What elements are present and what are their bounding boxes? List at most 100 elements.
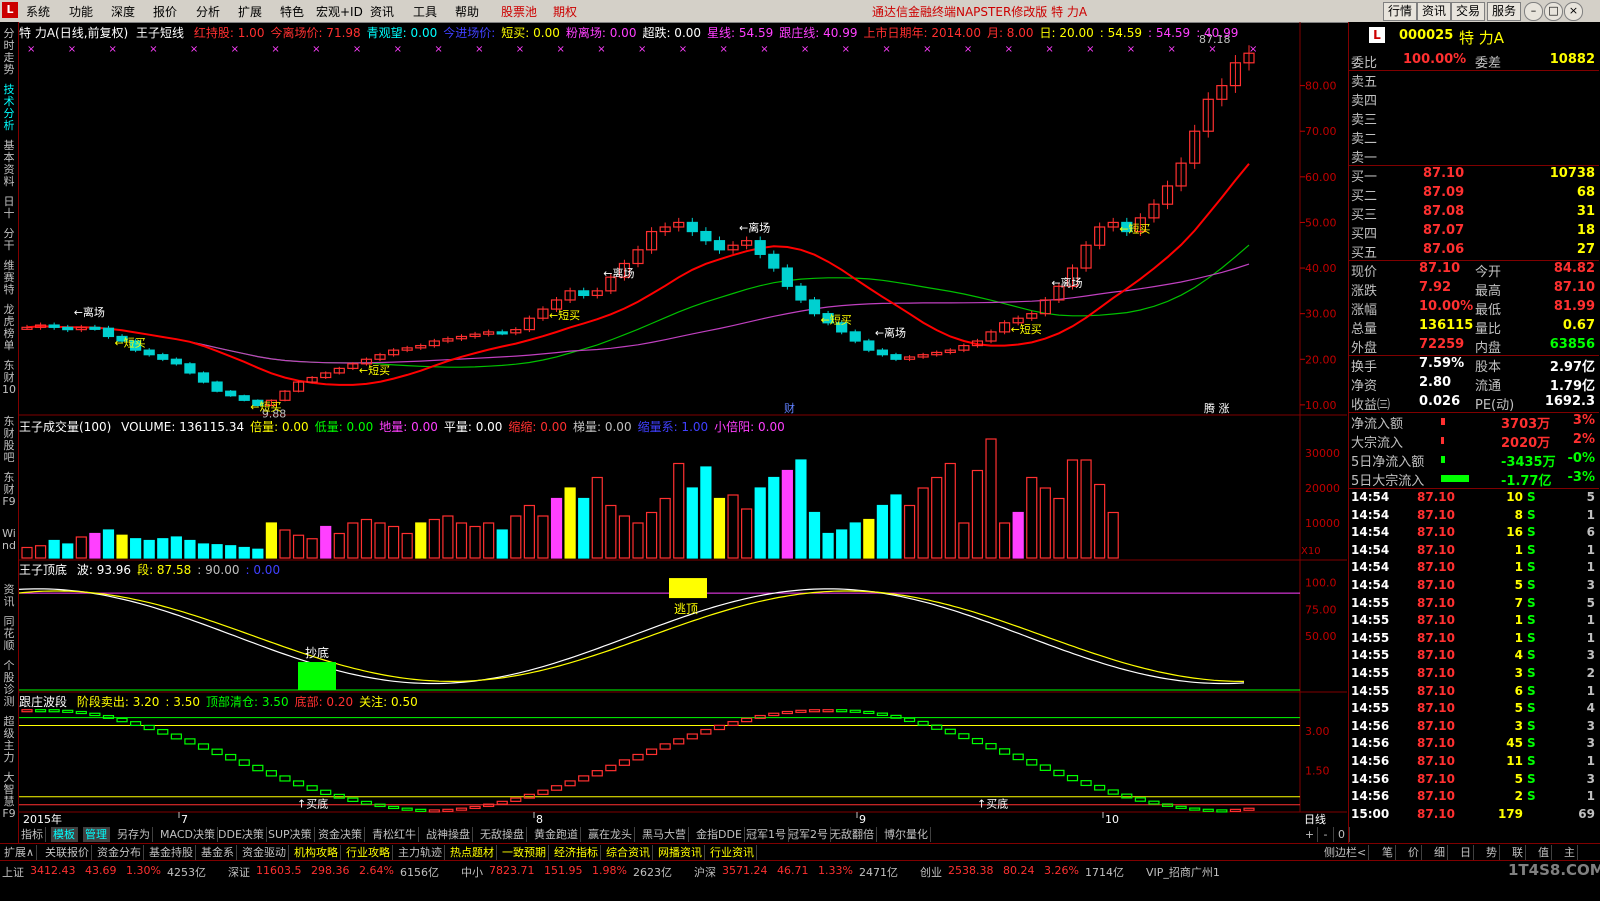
stat-row: 外盘 72259 内盘 63856	[1351, 337, 1599, 356]
indicator-name: 王子短线	[136, 26, 185, 40]
left-tab-10[interactable]: Wind	[1, 528, 17, 552]
side-tab-3[interactable]: 细	[1432, 845, 1448, 860]
extension-tab-4[interactable]: 基金系	[199, 845, 237, 860]
volume-bar	[1107, 511, 1119, 559]
indicator-tab-0[interactable]: 指标	[19, 827, 46, 842]
header-value: 阶段卖出: 3.20	[76, 695, 160, 709]
left-tab-3[interactable]: 日十	[1, 196, 17, 220]
sell-label: 卖三	[1351, 113, 1378, 128]
extension-tab-8[interactable]: 主力轨迹	[396, 845, 445, 860]
side-tab-8[interactable]: 主	[1562, 845, 1578, 860]
flow-pct: 2%	[1572, 432, 1595, 447]
indicator-tab-8[interactable]: 青松红牛	[370, 827, 419, 842]
chart-area[interactable]: 80.00 70.00 60.00 50.00 40.00 30.00 20.00 10.00…	[19, 22, 1347, 856]
extension-tab-2[interactable]: 资金分布	[95, 845, 144, 860]
indicator-tab-16[interactable]: 冠军2号	[786, 827, 831, 842]
extension-tab-14[interactable]: 行业资讯	[708, 845, 757, 860]
menu-item-7[interactable]: 宏观+ID	[316, 3, 363, 20]
extension-tab-3[interactable]: 基金持股	[147, 845, 196, 860]
volume-bar	[143, 539, 155, 559]
menu-item-0[interactable]: 系统	[26, 3, 50, 20]
side-tab-2[interactable]: 价	[1406, 845, 1422, 860]
indicator-tab-17[interactable]: 无敌翻倍	[828, 827, 877, 842]
menu-item-8[interactable]: 资讯	[370, 3, 394, 20]
indicator-tab-7[interactable]: 资金决策	[316, 827, 365, 842]
left-tab-9[interactable]: 东财F9	[1, 472, 17, 508]
side-tab-1[interactable]: 笔	[1380, 845, 1396, 860]
menu-item-6[interactable]: 特色	[280, 3, 304, 20]
minimize-icon[interactable]: –	[1524, 2, 1543, 21]
top-right-button-1[interactable]: 资讯	[1417, 2, 1452, 21]
top-right-button-3[interactable]: 服务	[1487, 2, 1522, 21]
extension-tab-10[interactable]: 一致预期	[500, 845, 549, 860]
buy-volume: 27	[1576, 242, 1595, 257]
extension-tab-5[interactable]: 资金驱动	[240, 845, 289, 860]
top-right-button-0[interactable]: 行情	[1383, 2, 1418, 21]
indicator-tab-2[interactable]: 管理	[83, 827, 110, 842]
left-tab-13[interactable]: 个股诊测	[1, 660, 17, 708]
track-step	[1216, 809, 1228, 813]
top-right-button-2[interactable]: 交易	[1451, 2, 1486, 21]
side-tab-0[interactable]: 侧边栏<	[1322, 845, 1370, 860]
menu-red-item-1[interactable]: 期权	[553, 3, 577, 20]
indicator-tab-10[interactable]: 无敌操盘	[478, 827, 527, 842]
indicator-tab-9[interactable]: 战神操盘	[424, 827, 473, 842]
left-tab-6[interactable]: 龙虎榜单	[1, 304, 17, 352]
maximize-icon[interactable]: □	[1544, 2, 1563, 21]
left-tab-5[interactable]: 维赛特	[1, 260, 17, 296]
side-tab-7[interactable]: 值	[1536, 845, 1552, 860]
close-icon[interactable]: ×	[1564, 2, 1583, 21]
menu-item-9[interactable]: 工具	[413, 3, 437, 20]
candle-body	[700, 230, 712, 242]
menu-item-1[interactable]: 功能	[69, 3, 93, 20]
extension-tab-13[interactable]: 网播资讯	[656, 845, 705, 860]
indicator-tab-6[interactable]: SUP决策	[266, 827, 315, 842]
menu-item-5[interactable]: 扩展	[238, 3, 262, 20]
left-tab-0[interactable]: 分时走势	[1, 28, 17, 76]
zoom-button-0[interactable]: +	[1302, 827, 1318, 842]
stat-value: 81.99	[1553, 299, 1595, 314]
indicator-tab-1[interactable]: 模板	[51, 827, 78, 842]
indicator-tab-5[interactable]: DDE决策	[216, 827, 267, 842]
extension-tab-0[interactable]: 扩展∧	[2, 845, 38, 860]
extension-tab-12[interactable]: 综合资讯	[604, 845, 653, 860]
menu-red-item-0[interactable]: 股票池	[501, 3, 537, 20]
left-tab-1[interactable]: 技术分析	[1, 84, 17, 132]
indicator-tab-12[interactable]: 赢在龙头	[586, 827, 635, 842]
indicator-tab-14[interactable]: 金指DDE	[694, 827, 745, 842]
side-tab-6[interactable]: 联	[1510, 845, 1526, 860]
volume-bar	[1012, 511, 1024, 559]
indicator-tab-3[interactable]: 另存为	[115, 827, 153, 842]
menu-item-4[interactable]: 分析	[196, 3, 220, 20]
side-tab-5[interactable]: 势	[1484, 845, 1500, 860]
chart-svg[interactable]: 80.00 70.00 60.00 50.00 40.00 30.00 20.00 10.00…	[19, 22, 1347, 856]
left-tab-7[interactable]: 东财10	[1, 360, 17, 396]
indicator-tab-4[interactable]: MACD决策	[158, 827, 218, 842]
app-logo-icon[interactable]: L	[2, 2, 18, 18]
extension-tab-6[interactable]: 机构攻略	[292, 845, 341, 860]
left-tab-14[interactable]: 超级主力	[1, 716, 17, 764]
indicator-tab-18[interactable]: 博尔量化	[882, 827, 931, 842]
extension-tab-7[interactable]: 行业攻略	[344, 845, 393, 860]
left-tab-15[interactable]: 大智慧F9	[1, 772, 17, 820]
volume-bar	[863, 518, 875, 559]
left-tab-11[interactable]: 资讯	[1, 584, 17, 608]
tick-volume: 7	[1514, 595, 1523, 610]
side-tab-4[interactable]: 日	[1458, 845, 1474, 860]
left-tab-4[interactable]: 分干	[1, 228, 17, 252]
menu-item-3[interactable]: 报价	[153, 3, 177, 20]
left-tab-2[interactable]: 基本资料	[1, 140, 17, 188]
extension-tab-11[interactable]: 经济指标	[552, 845, 601, 860]
menu-item-10[interactable]: 帮助	[455, 3, 479, 20]
status-item: 上证	[2, 866, 24, 879]
zoom-button-1[interactable]: -	[1318, 827, 1334, 842]
menu-item-2[interactable]: 深度	[111, 3, 135, 20]
extension-tab-9[interactable]: 热点题材	[448, 845, 497, 860]
zoom-button-2[interactable]: 0	[1334, 827, 1350, 842]
indicator-tab-15[interactable]: 冠军1号	[744, 827, 789, 842]
indicator-tab-13[interactable]: 黑马大营	[640, 827, 689, 842]
extension-tab-1[interactable]: 关联报价	[43, 845, 92, 860]
left-tab-12[interactable]: 同花顺	[1, 616, 17, 652]
left-tab-8[interactable]: 东财股吧	[1, 416, 17, 464]
indicator-tab-11[interactable]: 黄金跑道	[532, 827, 581, 842]
